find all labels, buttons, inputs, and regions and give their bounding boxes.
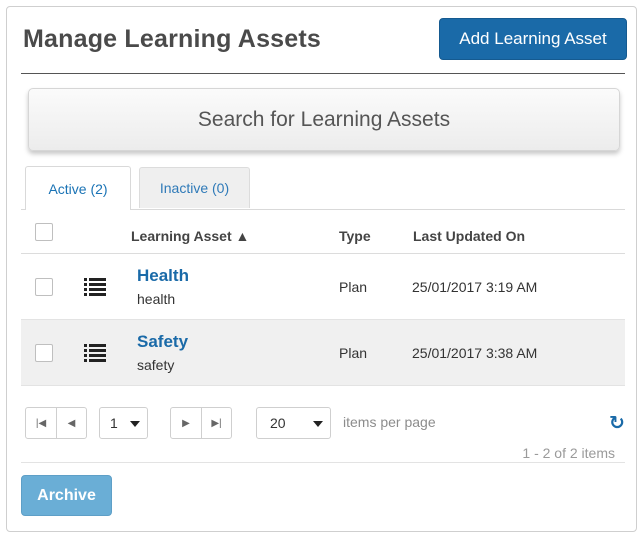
pager-range-info: 1 - 2 of 2 items (522, 445, 615, 461)
grid-pager: |◀ ◀ 1 ▶ ▶| 20 items per page ↻ 1 - 2 of… (21, 393, 625, 463)
add-learning-asset-button[interactable]: Add Learning Asset (439, 18, 627, 60)
column-header-type[interactable]: Type (339, 228, 371, 244)
pager-prev-group: |◀ ◀ (25, 407, 87, 439)
asset-type: Plan (339, 279, 368, 295)
archive-button[interactable]: Archive (21, 475, 112, 516)
asset-last-updated: 25/01/2017 3:19 AM (412, 279, 538, 295)
list-menu-icon[interactable] (84, 344, 106, 362)
select-all-checkbox[interactable] (35, 223, 53, 241)
last-page-icon[interactable]: ▶| (201, 408, 231, 438)
grid-header: Learning Asset ▲ Type Last Updated On (21, 210, 625, 254)
asset-name-link[interactable]: Safety (137, 332, 188, 352)
asset-subtitle: safety (137, 357, 175, 373)
tab-active[interactable]: Active (2) (25, 166, 131, 210)
column-header-learning-asset[interactable]: Learning Asset ▲ (131, 228, 249, 244)
chevron-down-icon (313, 421, 323, 427)
page-size-value: 20 (270, 415, 286, 431)
title-divider (21, 73, 625, 74)
manage-learning-assets-panel: Manage Learning Assets Add Learning Asse… (6, 6, 637, 532)
page-size-select[interactable]: 20 (256, 407, 331, 439)
tab-inactive[interactable]: Inactive (0) (139, 167, 250, 208)
next-page-icon[interactable]: ▶ (171, 408, 201, 438)
asset-name-link[interactable]: Health (137, 266, 189, 286)
learning-assets-grid: Learning Asset ▲ Type Last Updated On He… (21, 210, 625, 386)
list-menu-icon[interactable] (84, 278, 106, 296)
refresh-icon[interactable]: ↻ (609, 412, 625, 435)
table-row: Health health Plan 25/01/2017 3:19 AM (21, 254, 625, 320)
row-select-checkbox[interactable] (35, 344, 53, 362)
asset-last-updated: 25/01/2017 3:38 AM (412, 345, 538, 361)
asset-subtitle: health (137, 291, 176, 307)
page-number-select[interactable]: 1 (99, 407, 148, 439)
items-per-page-label: items per page (343, 414, 436, 430)
previous-page-icon[interactable]: ◀ (56, 408, 86, 438)
page-number-value: 1 (110, 415, 118, 431)
chevron-down-icon (130, 421, 140, 427)
row-select-checkbox[interactable] (35, 278, 53, 296)
column-header-last-updated[interactable]: Last Updated On (413, 228, 525, 244)
asset-type: Plan (339, 345, 368, 361)
first-page-icon[interactable]: |◀ (26, 408, 56, 438)
status-tabs: Active (2) Inactive (0) (21, 166, 625, 210)
table-row: Safety safety Plan 25/01/2017 3:38 AM (21, 320, 625, 386)
page-title: Manage Learning Assets (23, 25, 322, 53)
search-learning-assets-button[interactable]: Search for Learning Assets (28, 88, 620, 151)
pager-next-group: ▶ ▶| (170, 407, 232, 439)
